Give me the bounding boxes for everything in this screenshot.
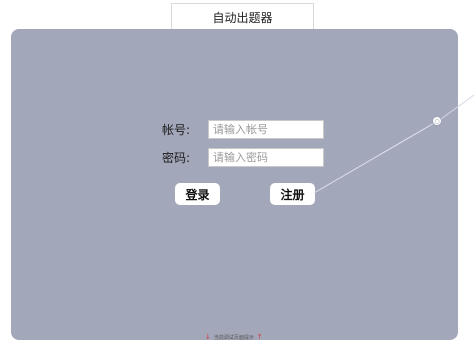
- connector-line: [313, 94, 474, 194]
- app-stage: 自动出题器 帐号: 密码: 登录 注册 ○ ↓ 当前调试页面提示 ↑: [0, 0, 474, 344]
- footer-note: ↓ 当前调试页面提示 ↑: [205, 332, 263, 342]
- down-arrow-icon: ↓: [205, 333, 211, 341]
- up-arrow-icon: ↑: [256, 333, 263, 341]
- footer-note-text: 当前调试页面提示: [213, 334, 254, 341]
- drag-handle-icon[interactable]: ○: [432, 116, 442, 126]
